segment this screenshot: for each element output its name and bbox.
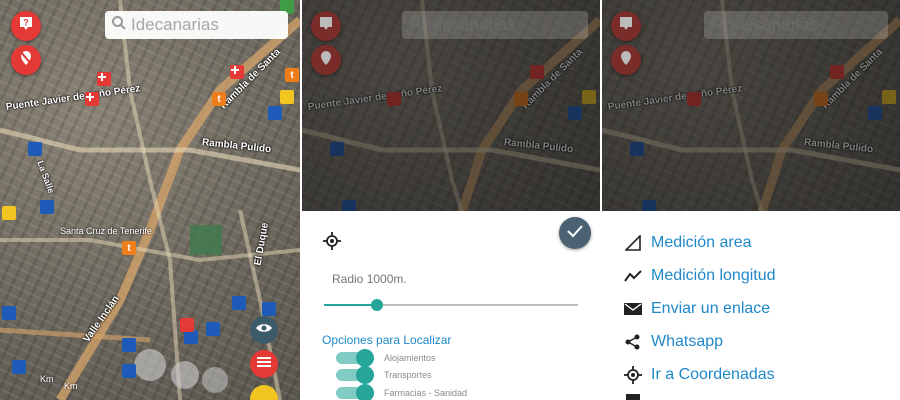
- tools-panel: Rambla de Santa Puente Javier de Leño Pé…: [602, 0, 900, 400]
- gps-target-icon: [323, 232, 341, 255]
- mail-poi-icon[interactable]: [2, 206, 16, 220]
- search-placeholder: Idecanarias: [131, 15, 219, 34]
- transport-poi-icon[interactable]: [268, 106, 282, 120]
- transport-poi-icon[interactable]: [262, 302, 276, 316]
- transport-poi-icon[interactable]: [184, 330, 198, 344]
- option-label: Transportes: [384, 370, 432, 380]
- info-poi-icon[interactable]: t: [122, 241, 136, 255]
- search-box[interactable]: Idecanarias: [105, 11, 288, 39]
- menu-icon: [257, 355, 271, 373]
- location-off-icon: [19, 50, 33, 71]
- location-off-icon: [319, 50, 333, 71]
- radius-slider[interactable]: [324, 299, 578, 311]
- option-toggle[interactable]: [336, 384, 374, 400]
- search-icon: [710, 15, 726, 36]
- bus-poi-icon[interactable]: [180, 318, 194, 332]
- hospital-poi-icon[interactable]: [97, 72, 111, 86]
- menu-item-area-measure[interactable]: Medición area: [624, 231, 752, 255]
- transport-poi-icon[interactable]: [122, 364, 136, 378]
- search-placeholder: Idecanarias: [730, 15, 818, 34]
- menu-item-label: Medición longitud: [651, 267, 776, 284]
- transport-poi-icon[interactable]: [122, 338, 136, 352]
- menu-item-line-measure[interactable]: Medición longitud: [624, 264, 776, 288]
- transport-poi-icon[interactable]: [206, 322, 220, 336]
- hospital-poi-icon[interactable]: [230, 65, 244, 79]
- option-row-farmacias[interactable]: Farmacias - Sanidad: [336, 384, 468, 400]
- search-placeholder: Idecanarias: [428, 15, 516, 34]
- menu-item-whatsapp[interactable]: Whatsapp: [624, 330, 723, 354]
- transport-poi-icon[interactable]: [28, 142, 42, 156]
- location-off-button[interactable]: [11, 45, 41, 75]
- gps-target-icon: [624, 366, 642, 384]
- search-icon: [408, 15, 424, 36]
- search-box: Idecanarias: [402, 11, 588, 39]
- transport-poi-icon[interactable]: [2, 306, 16, 320]
- check-icon: [567, 224, 583, 243]
- share-icon: [624, 333, 642, 351]
- hospital-poi-icon[interactable]: [85, 92, 99, 106]
- location-off-button: [611, 45, 641, 75]
- confirm-button[interactable]: [559, 217, 591, 249]
- help-button: [311, 11, 341, 41]
- search-box: Idecanarias: [704, 11, 888, 39]
- option-label: Farmacias - Sanidad: [384, 388, 468, 398]
- option-row-transportes[interactable]: Transportes: [336, 366, 432, 384]
- mail-poi-icon[interactable]: [280, 90, 294, 104]
- map-label-km-2: Km: [64, 381, 78, 391]
- menu-item-label: Enviar un enlace: [651, 300, 771, 317]
- radius-panel: Rambla de Santa Puente Javier de Leño Pé…: [302, 0, 600, 400]
- toggle-knob: [356, 366, 374, 384]
- menu-button[interactable]: [250, 350, 278, 378]
- line-measure-icon: [624, 267, 642, 285]
- transport-poi-icon[interactable]: [12, 360, 26, 374]
- option-toggle[interactable]: [336, 349, 374, 367]
- menu-item-send-link[interactable]: Enviar un enlace: [624, 297, 770, 321]
- menu-item-go-coordinates[interactable]: Ir a Coordenadas: [624, 363, 775, 387]
- option-row-alojamientos[interactable]: Alojamientos: [336, 349, 436, 367]
- area-measure-icon: [624, 234, 642, 252]
- transport-poi-icon[interactable]: [232, 296, 246, 310]
- menu-item-partial-icon: [626, 394, 640, 400]
- map-panel: Rambla de Santa Puente Javier de Leño Pé…: [0, 0, 300, 400]
- location-off-button: [311, 45, 341, 75]
- option-label: Alojamientos: [384, 353, 436, 363]
- menu-item-label: Whatsapp: [651, 333, 724, 350]
- menu-item-label: Medición area: [651, 234, 752, 251]
- mail-icon: [624, 300, 642, 318]
- search-icon: [111, 15, 127, 36]
- map-label-km: Km: [40, 374, 54, 384]
- info-poi-icon[interactable]: t: [212, 92, 226, 106]
- question-marker-icon: [319, 16, 333, 37]
- toggle-knob: [356, 349, 374, 367]
- toggle-knob: [356, 384, 374, 400]
- map-label-santa-cruz: Santa Cruz de Tenerife: [60, 226, 152, 236]
- options-title: Opciones para Localizar: [322, 333, 452, 347]
- transport-poi-icon[interactable]: [40, 200, 54, 214]
- option-toggle[interactable]: [336, 366, 374, 384]
- eye-icon: [255, 321, 273, 339]
- question-marker-icon: [619, 16, 633, 37]
- radius-label: Radio 1000m.: [332, 272, 407, 286]
- svg-text:?: ?: [23, 17, 29, 27]
- question-marker-icon: ?: [19, 16, 33, 37]
- info-poi-icon[interactable]: t: [285, 68, 299, 82]
- help-button: [611, 11, 641, 41]
- visibility-button[interactable]: [250, 316, 278, 344]
- help-button[interactable]: ?: [11, 11, 41, 41]
- menu-item-label: Ir a Coordenadas: [651, 366, 775, 383]
- radius-slider-fill: [324, 304, 378, 306]
- location-off-icon: [619, 50, 633, 71]
